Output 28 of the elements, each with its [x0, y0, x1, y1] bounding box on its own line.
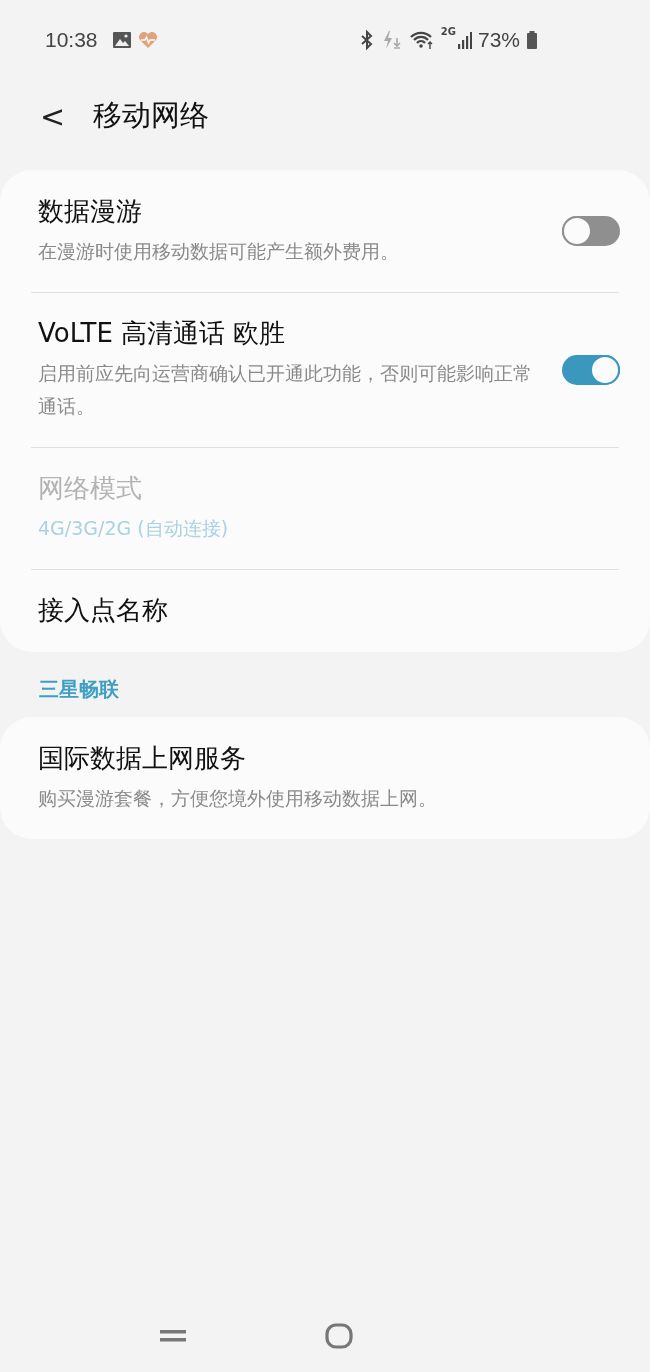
settings-row[interactable]: VoLTE 高清通话 欧胜 启用前应先向运营商确认已开通此功能，否则可能影响正常通话。 — [0, 292, 650, 447]
settings-row[interactable]: 国际数据上网服务 购买漫游套餐，方便您境外使用移动数据上网。 — [0, 717, 650, 839]
battery-icon — [526, 30, 538, 50]
settings-row[interactable]: 接入点名称 — [0, 569, 650, 652]
row-title: VoLTE 高清通话 欧胜 — [38, 317, 287, 350]
settings-row[interactable]: 数据漫游 在漫游时使用移动数据可能产生额外费用。 — [0, 170, 650, 292]
recents-icon[interactable] — [159, 1328, 186, 1344]
heart-icon — [137, 31, 158, 49]
row-subtitle: 在漫游时使用移动数据可能产生额外费用。 — [38, 239, 400, 264]
row-subtitle: 启用前应先向运营商确认已开通此功能，否则可能影响正常通话。 — [38, 361, 533, 419]
toggle-switch[interactable] — [562, 354, 620, 385]
wifi-icon — [408, 30, 435, 50]
row-title: 接入点名称 — [38, 594, 169, 627]
row-subtitle: 4G/3G/2G (自动连接) — [38, 516, 230, 541]
status-time: 10:38 — [45, 28, 98, 52]
row-title: 网络模式 — [38, 472, 143, 505]
home-icon[interactable] — [325, 1323, 353, 1349]
row-title: 国际数据上网服务 — [38, 742, 247, 775]
toggle-switch[interactable] — [562, 216, 620, 246]
page-title: 移动网络 — [93, 97, 210, 134]
section-heading: 三星畅联 — [38, 676, 120, 703]
row-subtitle: 购买漫游套餐，方便您境外使用移动数据上网。 — [38, 786, 438, 811]
signal-icon — [457, 30, 472, 50]
back-button[interactable]: < — [30, 94, 76, 138]
row-title: 数据漫游 — [38, 195, 143, 228]
gallery-icon — [111, 31, 132, 49]
battery-percent: 73% — [477, 28, 520, 52]
network-type: 2G — [440, 26, 456, 37]
